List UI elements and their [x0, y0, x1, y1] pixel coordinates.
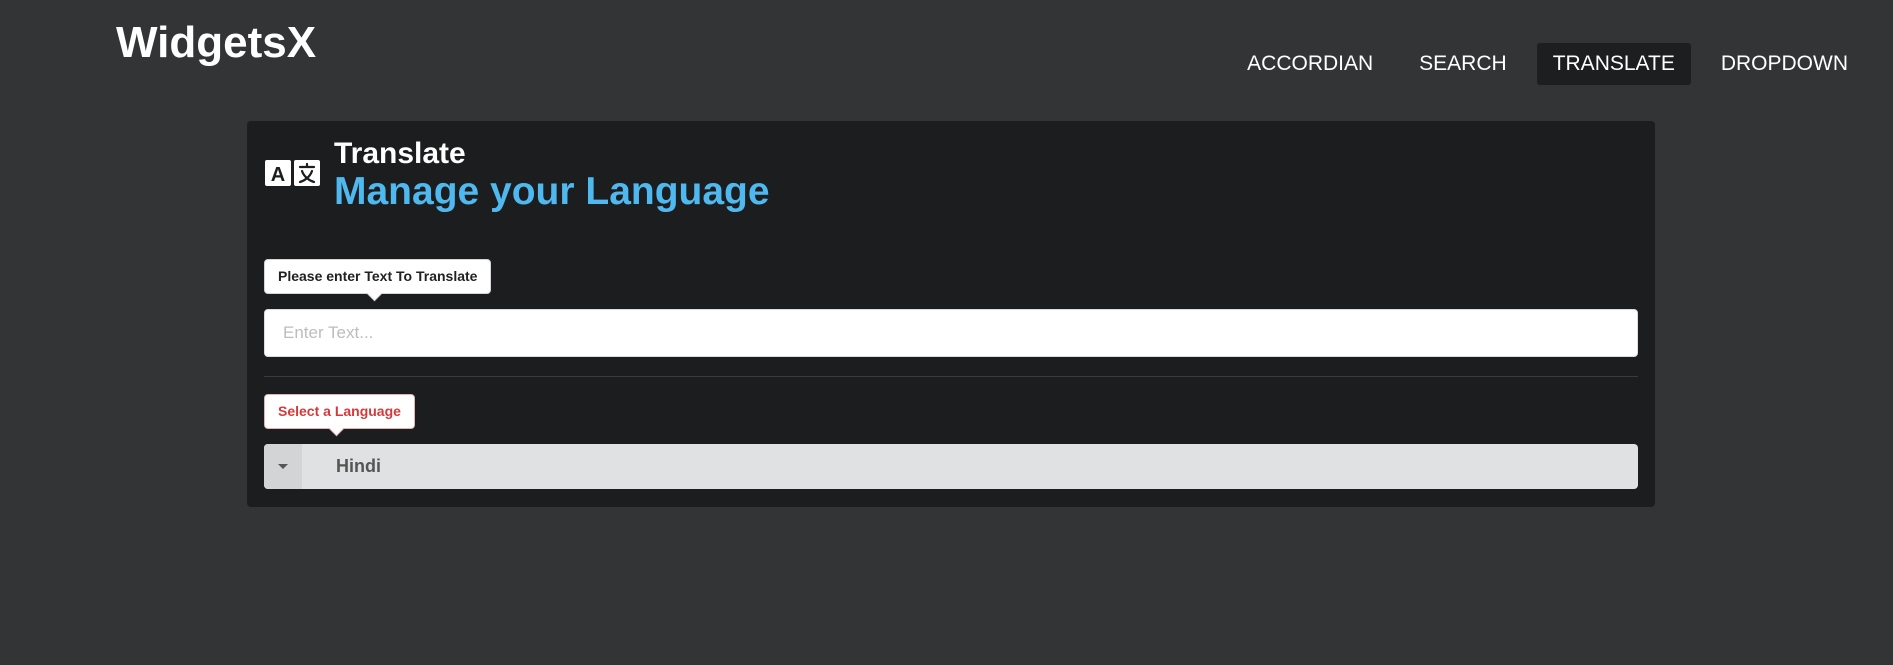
translate-icon: A	[265, 160, 320, 186]
nav-item-dropdown[interactable]: DROPDOWN	[1705, 43, 1864, 85]
nav-item-search[interactable]: SEARCH	[1403, 43, 1523, 85]
card-header: A Translate Manage your Language	[264, 137, 770, 213]
translate-card: A Translate Manage your Language Please …	[247, 121, 1655, 507]
translate-text-input[interactable]	[264, 309, 1638, 357]
input-label-tooltip: Please enter Text To Translate	[264, 259, 492, 294]
language-error-tooltip: Select a Language	[264, 394, 415, 429]
caret-down-icon	[278, 464, 288, 469]
language-select[interactable]: Hindi	[264, 444, 1638, 489]
card-title: Translate	[334, 137, 466, 170]
card-titles: Translate Manage your Language	[334, 137, 770, 213]
dropdown-button[interactable]	[264, 444, 302, 489]
divider	[264, 376, 1638, 377]
selected-language: Hindi	[336, 456, 381, 476]
nav-item-accordian[interactable]: ACCORDIAN	[1231, 43, 1389, 85]
app-logo[interactable]: WidgetsX	[116, 18, 316, 68]
card-subtitle: Manage your Language	[334, 170, 770, 213]
nav-item-translate[interactable]: TRANSLATE	[1536, 43, 1691, 85]
svg-text:A: A	[271, 164, 285, 186]
top-nav: ACCORDIAN SEARCH TRANSLATE DROPDOWN	[1217, 43, 1864, 85]
